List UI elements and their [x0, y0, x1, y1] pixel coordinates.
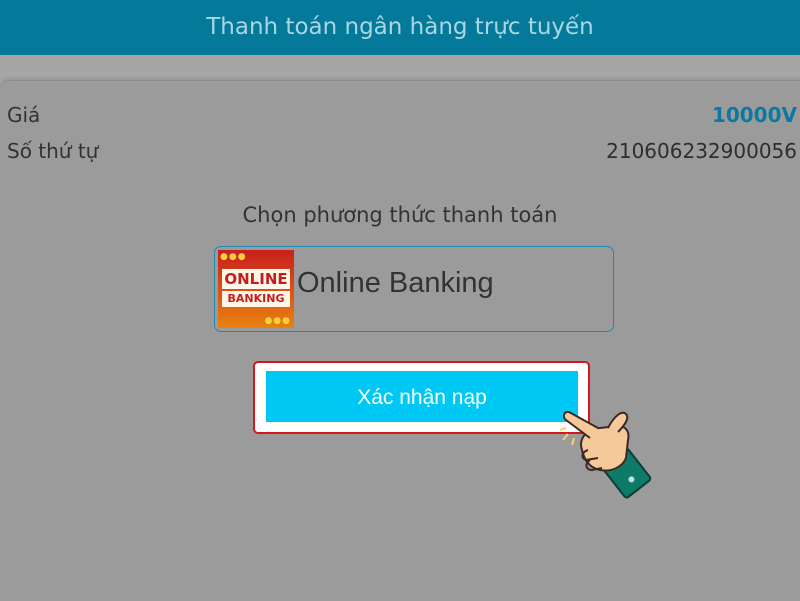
logo-text-online: ONLINE	[222, 269, 290, 289]
price-label: Giá	[7, 103, 41, 127]
price-value: 10000V	[711, 103, 797, 127]
payment-method-heading: Chọn phương thức thanh toán	[242, 203, 558, 227]
order-number-row: Số thứ tự 210606232900056	[7, 139, 797, 171]
pointing-hand-icon	[560, 410, 652, 499]
confirm-topup-button[interactable]: Xác nhận nạp	[266, 371, 578, 422]
page-header: Thanh toán ngân hàng trực tuyến	[0, 0, 800, 55]
price-row: Giá 10000V	[7, 103, 797, 135]
payment-method-name: Online Banking	[297, 267, 494, 299]
logo-text-banking: BANKING	[222, 291, 290, 307]
order-number-label: Số thứ tự	[7, 139, 99, 163]
online-banking-option[interactable]: ●●● ONLINE BANKING ●●● Online Banking	[214, 246, 614, 332]
page-title: Thanh toán ngân hàng trực tuyến	[206, 14, 594, 40]
online-banking-logo: ●●● ONLINE BANKING ●●●	[218, 250, 294, 328]
order-number-value: 210606232900056	[606, 139, 797, 163]
